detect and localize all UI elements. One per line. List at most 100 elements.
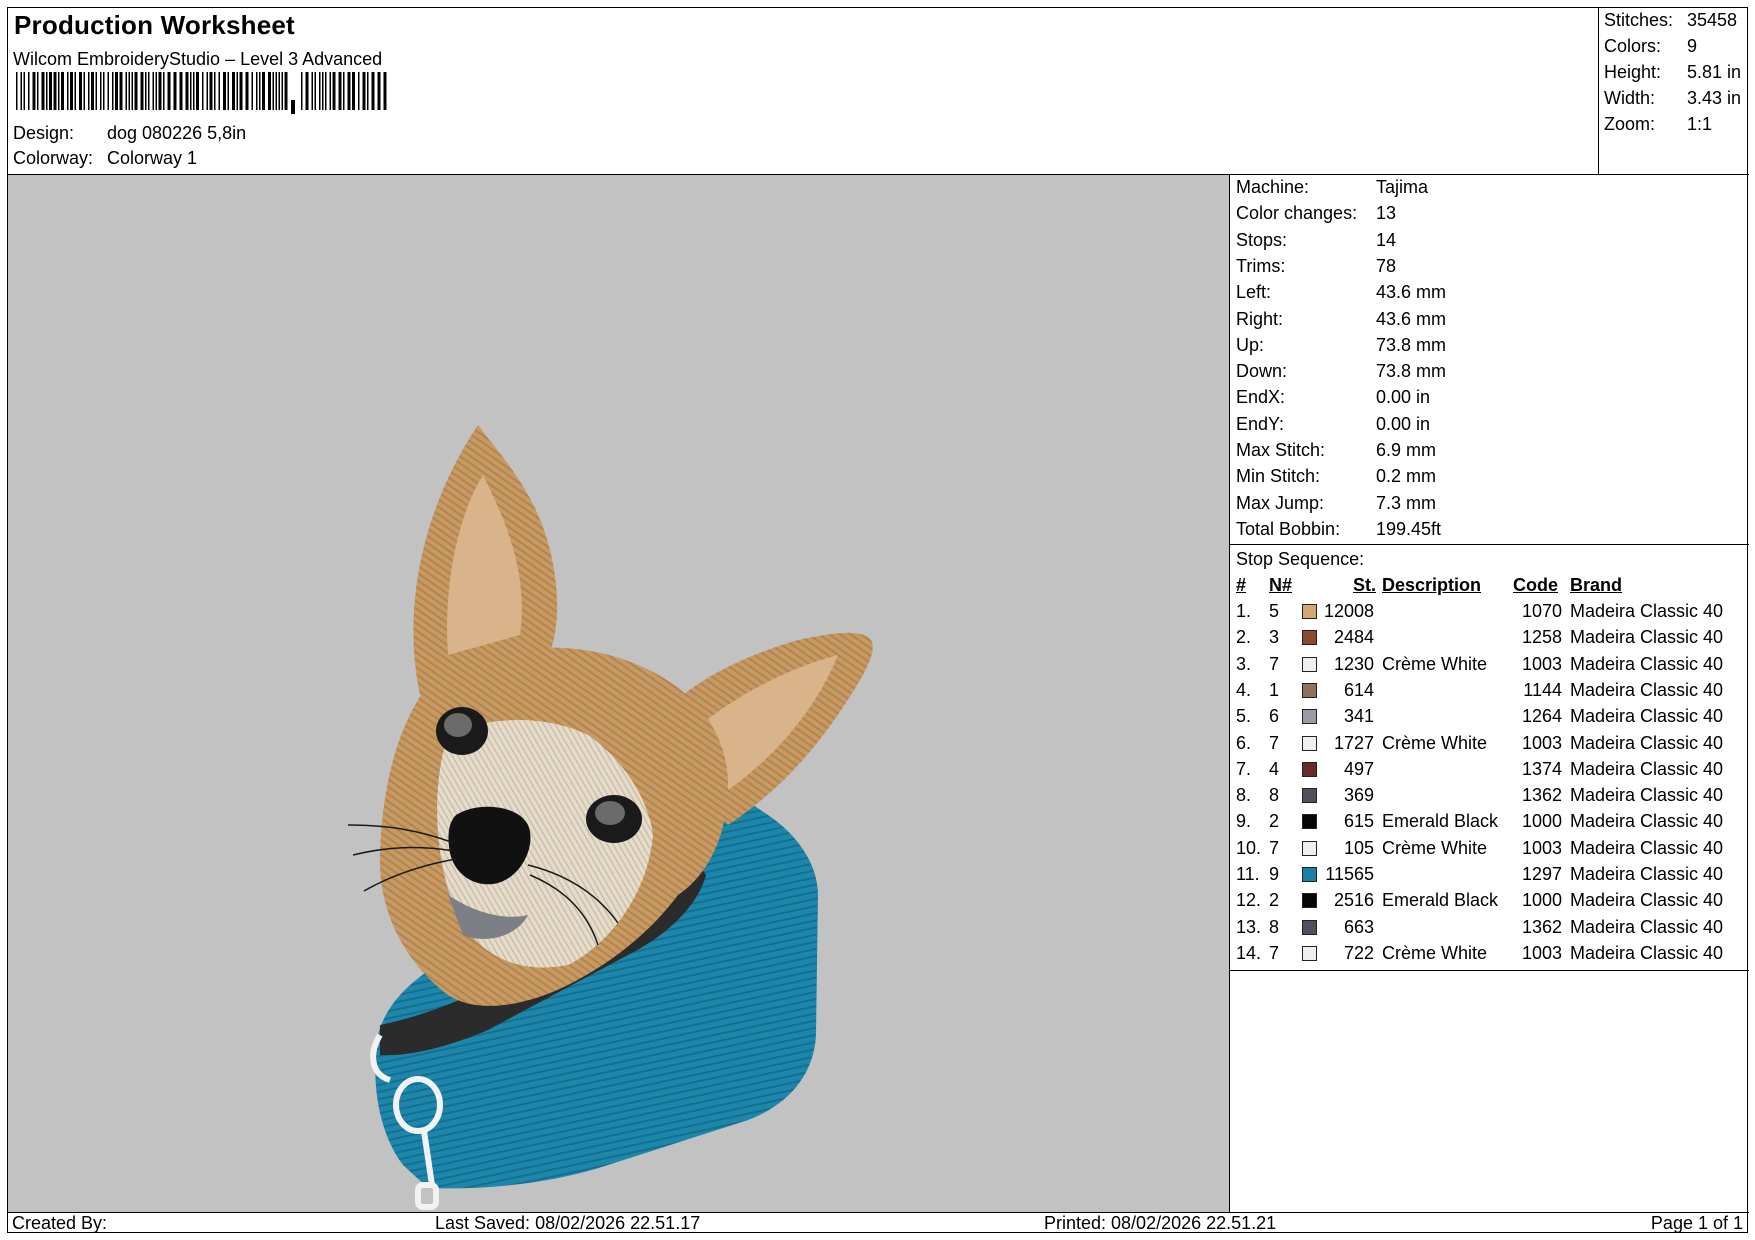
thread-brand: Madeira Classic 40 — [1570, 942, 1724, 963]
stop-index: 8. — [1236, 785, 1252, 806]
color-swatch — [1302, 788, 1317, 804]
color-swatch — [1302, 709, 1317, 725]
machine-info-label: Down: — [1236, 361, 1288, 382]
color-swatch — [1302, 893, 1317, 909]
stop-index: 9. — [1236, 811, 1252, 832]
stitches-row: Stitches: 35458 — [1604, 10, 1737, 31]
thread-description: Emerald Black — [1382, 811, 1499, 832]
thread-brand: Madeira Classic 40 — [1570, 601, 1724, 621]
stop-sequence-row: 6. 7 1727 Crème White 1003 Madeira Classic 40 — [1230, 733, 1749, 759]
needle-number: 2 — [1269, 811, 1280, 832]
needle-number: 5 — [1269, 601, 1280, 621]
machine-info-value: 0.2 mm — [1376, 466, 1437, 487]
machine-info-label: Min Stitch: — [1236, 466, 1321, 487]
width-row: Width: 3.43 in — [1604, 88, 1741, 109]
page-title: Production Worksheet — [14, 10, 295, 40]
machine-info-label: Stops: — [1236, 229, 1288, 250]
thread-code: 1258 — [1521, 627, 1562, 648]
color-swatch — [1302, 814, 1317, 830]
stop-sequence-row: 7. 4 497 1374 Madeira Classic 40 — [1230, 759, 1749, 785]
stitches-label: Stitches: — [1604, 10, 1674, 30]
thread-code: 1003 — [1521, 653, 1562, 674]
thread-brand: Madeira Classic 40 — [1570, 627, 1724, 648]
machine-info-row: Right: 43.6 mm — [1236, 309, 1446, 330]
thread-brand: Madeira Classic 40 — [1570, 811, 1724, 832]
thread-code: 1070 — [1521, 601, 1562, 621]
machine-info-value: 13 — [1376, 203, 1397, 224]
zoom-label: Zoom: — [1604, 114, 1656, 134]
stop-sequence-row: 10. 7 105 Crème White 1003 Madeira Classic 40 — [1230, 838, 1749, 864]
worksheet-footer: Created By: Last Saved: 08/02/2026 22.51… — [8, 1212, 1749, 1234]
thread-code: 1264 — [1521, 706, 1562, 727]
last-saved-text: Last Saved: 08/02/2026 22.51.17 — [435, 1213, 701, 1233]
machine-info-value: 73.8 mm — [1376, 361, 1447, 382]
machine-info-value: 43.6 mm — [1376, 308, 1447, 329]
needle-number: 1 — [1269, 679, 1280, 700]
stop-index: 4. — [1236, 679, 1252, 700]
machine-info-row: Down: 73.8 mm — [1236, 361, 1446, 382]
machine-info-value: 199.45ft — [1376, 518, 1442, 539]
stitch-count: 497 — [1343, 758, 1374, 779]
machine-info-row: Max Jump: 7.3 mm — [1236, 493, 1436, 514]
needle-number: 7 — [1269, 837, 1280, 858]
barcode-image — [16, 72, 387, 114]
stop-sequence-row: 3. 7 1230 Crème White 1003 Madeira Classic 40 — [1230, 654, 1749, 680]
machine-info-row: Max Stitch: 6.9 mm — [1236, 440, 1436, 461]
machine-info-value: 43.6 mm — [1376, 282, 1447, 303]
color-swatch — [1302, 682, 1317, 698]
stop-sequence-row: 14. 7 722 Crème White 1003 Madeira Classic 40 — [1230, 943, 1749, 969]
page-number: Page 1 of 1 — [1650, 1213, 1743, 1233]
machine-info-row: Trims: 78 — [1236, 256, 1396, 277]
colors-label: Colors: — [1604, 36, 1662, 56]
thread-brand: Madeira Classic 40 — [1570, 732, 1724, 753]
machine-info-row: Machine: Tajima — [1236, 177, 1428, 198]
color-swatch — [1302, 867, 1317, 882]
height-label: Height: — [1604, 62, 1662, 82]
stitches-value: 35458 — [1687, 10, 1738, 30]
column-header-code: Code — [1513, 575, 1558, 595]
embroidery-dog-image — [347, 425, 873, 1210]
zoom-row: Zoom: 1:1 — [1604, 114, 1712, 135]
colors-row: Colors: 9 — [1604, 36, 1697, 57]
thread-code: 1374 — [1521, 758, 1562, 779]
needle-number: 6 — [1269, 706, 1280, 727]
machine-info-value: 78 — [1376, 255, 1397, 276]
needle-number: 8 — [1269, 916, 1280, 937]
stop-sequence-row: 9. 2 615 Emerald Black 1000 Madeira Classic 4… — [1230, 811, 1749, 837]
thread-brand: Madeira Classic 40 — [1570, 837, 1724, 858]
thread-description: Crème White — [1382, 653, 1488, 674]
machine-info-value: 14 — [1376, 229, 1397, 250]
stop-sequence-row: 5. 6 341 1264 Madeira Classic 40 — [1230, 706, 1749, 732]
machine-info-row: EndX: 0.00 in — [1236, 387, 1430, 408]
thread-brand: Madeira Classic 40 — [1570, 785, 1724, 806]
stitch-count: 663 — [1343, 916, 1374, 937]
height-value: 5.81 in — [1687, 62, 1742, 82]
width-label: Width: — [1604, 88, 1656, 108]
thread-code: 1144 — [1523, 679, 1562, 700]
thread-code: 1297 — [1521, 864, 1562, 884]
created-by-label: Created By: — [12, 1213, 108, 1233]
thread-description: Emerald Black — [1382, 890, 1499, 911]
color-swatch — [1302, 630, 1317, 646]
software-name: Wilcom EmbroideryStudio – Level 3 Advanc… — [13, 49, 383, 69]
needle-number: 7 — [1269, 942, 1280, 963]
stop-index: 12. — [1236, 890, 1262, 911]
stitch-count: 722 — [1343, 942, 1374, 963]
stop-sequence-row: 2. 3 2484 1258 Madeira Classic 40 — [1230, 627, 1749, 653]
stop-sequence-heading: Stop Sequence: — [1236, 549, 1365, 569]
column-header-stitches: St. — [1353, 575, 1377, 595]
thread-description: Crème White — [1382, 942, 1488, 963]
needle-number: 9 — [1269, 864, 1280, 884]
needle-number: 2 — [1269, 890, 1280, 911]
machine-info-value: Tajima — [1376, 177, 1429, 197]
stop-sequence-panel: Stop Sequence: # N# St. Description Code… — [1230, 545, 1749, 971]
machine-info-value: 6.9 mm — [1376, 440, 1437, 460]
stop-index: 5. — [1236, 706, 1252, 727]
machine-info-row: Min Stitch: 0.2 mm — [1236, 466, 1436, 487]
stitch-count: 615 — [1343, 811, 1374, 832]
color-swatch — [1302, 735, 1317, 751]
machine-info-value: 0.00 in — [1376, 387, 1431, 408]
needle-number: 8 — [1269, 785, 1280, 806]
stop-index: 7. — [1236, 758, 1252, 779]
stitch-count: 11565 — [1325, 864, 1374, 884]
